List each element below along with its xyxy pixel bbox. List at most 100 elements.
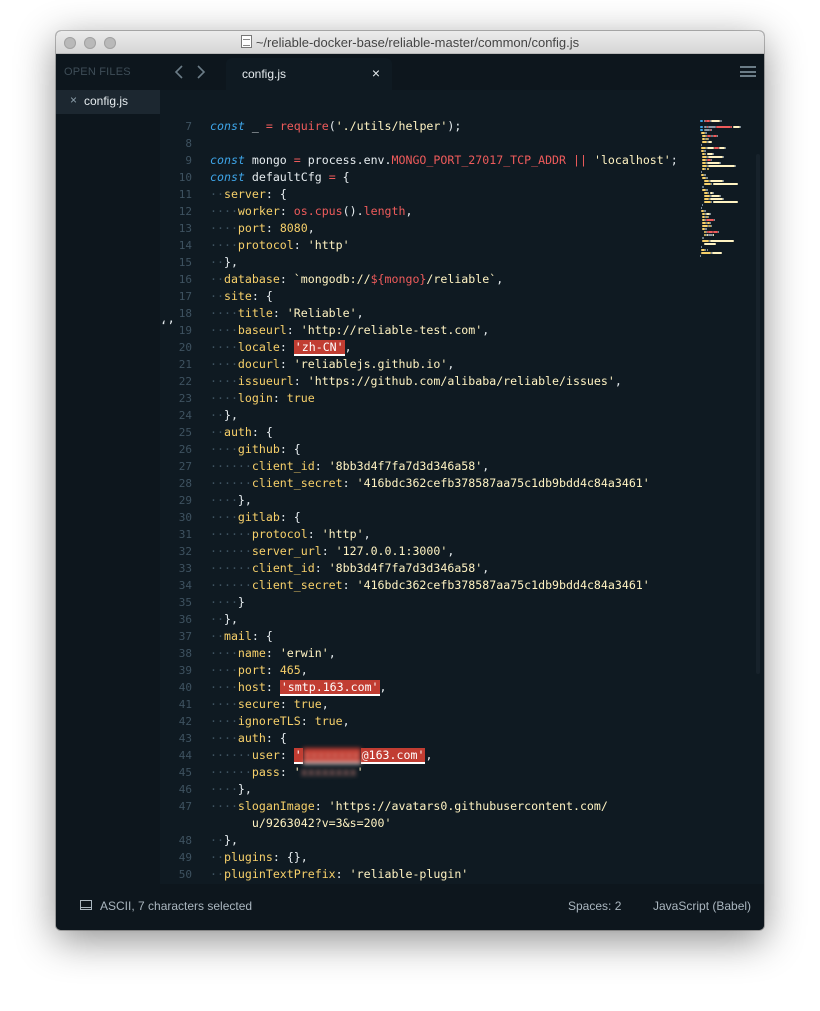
chevron-right-icon[interactable] — [196, 65, 206, 79]
code-token: , — [363, 527, 371, 541]
code-token: : — [251, 629, 259, 643]
code-line[interactable]: ··site: { — [210, 288, 273, 305]
line-number: 12 — [178, 205, 192, 218]
code-token: : — [265, 680, 273, 694]
sidebar-file-config-js[interactable]: × config.js — [56, 90, 160, 114]
code-token: }, — [223, 612, 238, 626]
code-line[interactable]: ····port: 8080, — [210, 220, 315, 237]
code-line[interactable]: ··}, — [210, 611, 238, 628]
code-line[interactable]: ··}, — [210, 407, 238, 424]
code-line[interactable]: ····worker: os.cpus().length, — [210, 203, 412, 220]
code-token: , — [344, 340, 352, 354]
code-line[interactable]: ····secure: true, — [210, 696, 329, 713]
code-line[interactable]: ····docurl: 'reliablejs.github.io', — [210, 356, 454, 373]
code-token: 'http' — [307, 238, 350, 252]
code-line[interactable]: ··server: { — [210, 186, 287, 203]
code-line[interactable]: ······pass: 'xxxxxxxx' — [210, 764, 364, 781]
code-token: }, — [237, 782, 252, 796]
syntax-status[interactable]: JavaScript (Babel) — [653, 899, 751, 913]
code-line[interactable]: ····}, — [210, 492, 252, 509]
code-line[interactable]: ····}, — [210, 781, 252, 798]
minimap-line — [706, 249, 709, 251]
code-line[interactable]: ····} — [210, 594, 245, 611]
code-line[interactable]: const mongo = process.env.MONGO_PORT_270… — [210, 152, 678, 169]
code-line[interactable]: ····github: { — [210, 441, 301, 458]
code-token: = — [293, 153, 301, 167]
code-token: '416bdc362cefb378587aa75c1db9bdd4c84a346… — [356, 578, 650, 592]
code-line[interactable]: ··plugins: {}, — [210, 849, 308, 866]
panel-toggle-icon[interactable] — [80, 900, 92, 910]
code-line[interactable]: ······server_url: '127.0.0.1:3000', — [210, 543, 454, 560]
code-token: : — [335, 867, 343, 881]
code-token: '416bdc362cefb378587aa75c1db9bdd4c84a346… — [356, 476, 650, 490]
minimap-line — [720, 162, 722, 164]
code-token: client_secret — [251, 476, 343, 490]
code-token: : — [321, 544, 329, 558]
code-token: , — [614, 374, 622, 388]
code-token: ' — [293, 748, 303, 764]
code-line[interactable]: ······client_secret: '416bdc362cefb37858… — [210, 577, 650, 594]
line-number: 35 — [178, 596, 192, 609]
minimap-line — [710, 240, 735, 242]
code-token: : — [293, 374, 301, 388]
code-line[interactable]: ····sloganImage: 'https://avatars0.githu… — [210, 798, 608, 815]
scrollbar[interactable] — [756, 154, 760, 674]
code-line[interactable]: const _ = require('./utils/helper'); — [210, 118, 461, 135]
code-token: github — [237, 442, 280, 456]
code-line[interactable]: ··auth: { — [210, 424, 273, 441]
code-line[interactable]: ····login: true — [210, 390, 315, 407]
code-line[interactable]: ··database: `mongodb://${mongo}/reliable… — [210, 271, 503, 288]
code-line[interactable]: ······protocol: 'http', — [210, 526, 371, 543]
code-line[interactable]: ····gitlab: { — [210, 509, 301, 526]
code-line[interactable]: ····issueurl: 'https://github.com/alibab… — [210, 373, 622, 390]
code-line[interactable]: ······client_secret: '416bdc362cefb37858… — [210, 475, 650, 492]
indentation-status[interactable]: Spaces: 2 — [568, 899, 621, 913]
code-line[interactable]: ····baseurl: 'http://reliable-test.com', — [210, 322, 489, 339]
code-line[interactable]: u/9263042?v=3&s=200' — [210, 815, 392, 832]
code-line[interactable]: const defaultCfg = { — [210, 169, 350, 186]
code-line[interactable]: ····locale: 'zh-CN', — [210, 339, 352, 356]
code-token: 'http://reliable-test.com' — [300, 323, 483, 337]
minimap[interactable] — [700, 90, 756, 280]
code-line[interactable]: ····port: 465, — [210, 662, 308, 679]
line-number: 21 — [178, 358, 192, 371]
code-line[interactable]: ····name: 'erwin', — [210, 645, 336, 662]
menu-icon[interactable] — [740, 66, 756, 77]
line-number: 27 — [178, 460, 192, 473]
code-line[interactable]: ······user: ' xxxxxxxx @163.com', — [210, 747, 432, 764]
code-line[interactable]: ····host: 'smtp.163.com', — [210, 679, 387, 696]
code-line[interactable]: ··pluginTextPrefix: 'reliable-plugin' — [210, 866, 468, 883]
code-line[interactable]: ····auth: { — [210, 730, 287, 747]
tab-config-js[interactable]: config.js × — [226, 58, 392, 90]
code-line[interactable]: ····ignoreTLS: true, — [210, 713, 350, 730]
code-line[interactable]: ··}, — [210, 832, 238, 849]
code-line[interactable]: ······client_id: '8bb3d4f7fa7d3d346a58', — [210, 560, 489, 577]
close-icon[interactable]: × — [70, 93, 77, 107]
chevron-left-icon[interactable] — [174, 65, 184, 79]
code-line[interactable]: ····protocol: 'http' — [210, 237, 350, 254]
code-editor[interactable]: const _ = require('./utils/helper'); cons… — [210, 90, 700, 898]
minimap-line — [712, 252, 723, 254]
close-icon[interactable]: × — [372, 65, 380, 81]
code-token: , — [300, 663, 308, 677]
minimap-line — [703, 201, 712, 203]
code-line[interactable]: ······client_id: '8bb3d4f7fa7d3d346a58', — [210, 458, 489, 475]
code-token: , — [307, 221, 315, 235]
line-number: 34 — [178, 579, 192, 592]
code-token: ···· — [210, 306, 238, 320]
code-line[interactable]: ··mail: { — [210, 628, 273, 645]
code-line[interactable]: ····title: 'Reliable', — [210, 305, 364, 322]
code-token: : — [265, 731, 273, 745]
code-line[interactable]: ··}, — [210, 254, 238, 271]
code-token: ······ — [210, 561, 252, 575]
minimap-line — [718, 147, 725, 149]
code-token: ${mongo} — [370, 272, 427, 286]
